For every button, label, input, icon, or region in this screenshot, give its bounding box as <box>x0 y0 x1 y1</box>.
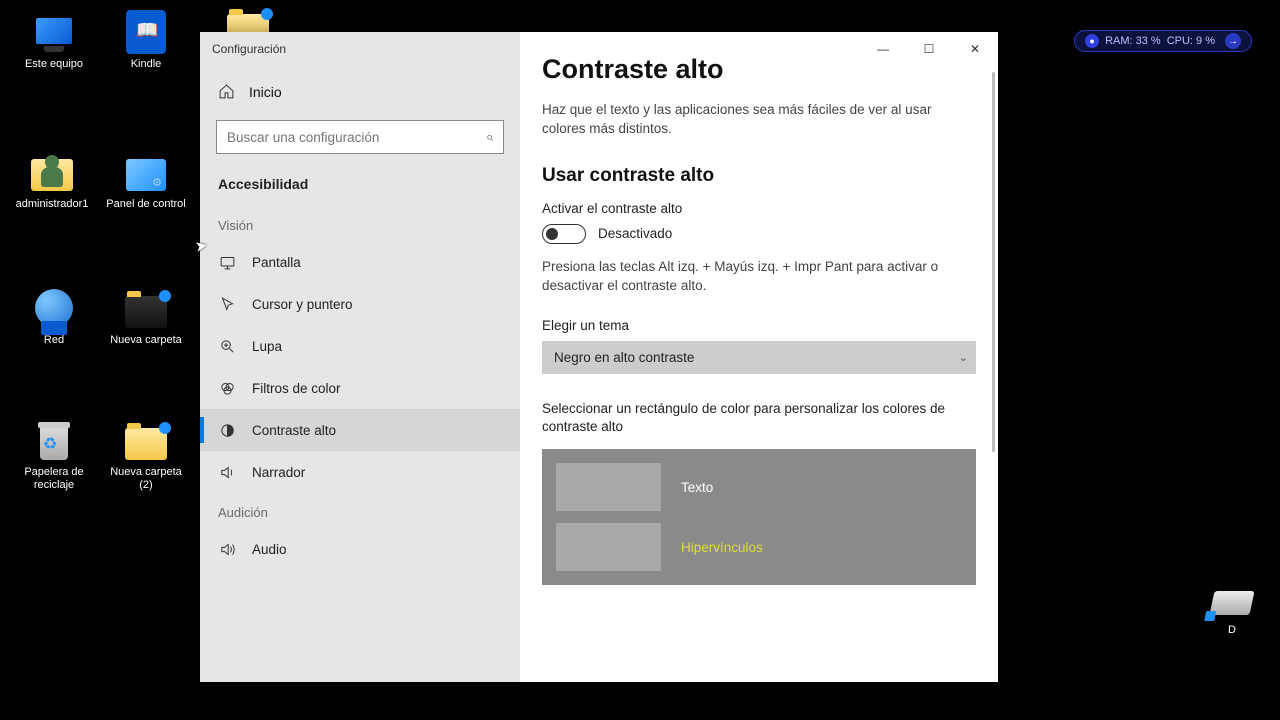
page-description: Haz que el texto y las aplicaciones sea … <box>542 101 972 139</box>
color-row-hipervinculos: Hipervínculos <box>556 523 962 571</box>
icon-label: Panel de control <box>104 198 188 211</box>
icon-label: Kindle <box>104 58 188 71</box>
contrast-icon <box>218 421 236 439</box>
nav-label: Pantalla <box>252 255 301 270</box>
nav-item-lupa[interactable]: Lupa <box>200 325 520 367</box>
desktop-icon-red[interactable]: Red <box>12 286 96 347</box>
maximize-button[interactable]: ☐ <box>906 32 952 65</box>
color-label: Hipervínculos <box>681 540 763 555</box>
group-label-vision: Visión <box>200 206 520 241</box>
desktop-icon-nueva-carpeta-2[interactable]: Nueva carpeta (2) <box>104 418 188 492</box>
color-swatch-hipervinculos[interactable] <box>556 523 661 571</box>
shortcut-hint: Presiona las teclas Alt izq. + Mayús izq… <box>542 258 972 296</box>
user-folder-icon <box>31 153 73 191</box>
network-icon <box>35 289 73 327</box>
nav-item-narrador[interactable]: Narrador <box>200 451 520 493</box>
taskbar[interactable] <box>0 690 1280 720</box>
window-controls: — ☐ ✕ <box>860 32 998 65</box>
kindle-icon <box>126 10 166 54</box>
desktop-icon-panel-control[interactable]: Panel de control <box>104 150 188 211</box>
toggle-title: Activar el contraste alto <box>542 201 976 216</box>
nav-item-contraste-alto[interactable]: Contraste alto <box>200 409 520 451</box>
theme-value: Negro en alto contraste <box>554 350 694 365</box>
display-icon <box>218 253 236 271</box>
mic-icon: ● <box>1085 34 1099 48</box>
desktop-icon-este-equipo[interactable]: Este equipo <box>12 10 96 71</box>
nav-label: Filtros de color <box>252 381 341 396</box>
icon-label: administrador1 <box>10 198 94 211</box>
folder-icon <box>125 296 167 328</box>
narrator-icon <box>218 463 236 481</box>
theme-dropdown[interactable]: Negro en alto contraste <box>542 341 976 374</box>
desktop-icon-administrador[interactable]: administrador1 <box>10 150 94 211</box>
section-header: Usar contraste alto <box>542 165 976 187</box>
group-label-audicion: Audición <box>200 493 520 528</box>
search-box[interactable]: ⌕ <box>216 120 504 154</box>
icon-label: Nueva carpeta <box>104 334 188 347</box>
ram-label: RAM: 33 % <box>1105 35 1161 47</box>
scrollbar[interactable] <box>992 72 995 452</box>
cpu-label: CPU: 9 % <box>1167 35 1215 47</box>
control-panel-icon <box>126 159 166 191</box>
desktop-icon-kindle[interactable]: Kindle <box>104 10 188 71</box>
icon-label: Red <box>12 334 96 347</box>
icon-label: Este equipo <box>12 58 96 71</box>
icon-label: Papelera de reciclaje <box>12 466 96 492</box>
nav-item-cursor[interactable]: Cursor y puntero <box>200 283 520 325</box>
home-icon <box>218 83 235 100</box>
color-label: Texto <box>681 480 713 495</box>
color-swatch-texto[interactable] <box>556 463 661 511</box>
disk-icon <box>1209 591 1254 615</box>
arrow-right-icon[interactable]: → <box>1225 33 1241 49</box>
toggle-row: Desactivado <box>542 224 976 244</box>
settings-window: Configuración Inicio ⌕ Accesibilidad Vis… <box>200 32 998 682</box>
desktop-icon-papelera[interactable]: ♻ Papelera de reciclaje <box>12 418 96 492</box>
search-icon: ⌕ <box>486 129 493 145</box>
nav-label: Audio <box>252 542 287 557</box>
desktop: Este equipo Kindle administrador1 Panel … <box>0 0 1280 720</box>
nav-item-filtros[interactable]: Filtros de color <box>200 367 520 409</box>
color-filter-icon <box>218 379 236 397</box>
cursor-icon <box>218 295 236 313</box>
icon-label: D <box>1190 624 1274 637</box>
desktop-icon-drive-d[interactable]: D <box>1190 576 1274 637</box>
high-contrast-toggle[interactable] <box>542 224 586 244</box>
home-label: Inicio <box>249 84 282 100</box>
color-panel: Texto Hipervínculos <box>542 449 976 585</box>
nav-label: Cursor y puntero <box>252 297 353 312</box>
audio-icon <box>218 540 236 558</box>
settings-content: — ☐ ✕ Contraste alto Haz que el texto y … <box>520 32 998 682</box>
sidebar-home[interactable]: Inicio <box>200 65 520 114</box>
toggle-state-label: Desactivado <box>598 226 672 241</box>
nav-item-pantalla[interactable]: Pantalla <box>200 241 520 283</box>
nav-label: Lupa <box>252 339 282 354</box>
nav-label: Narrador <box>252 465 305 480</box>
resource-monitor-widget[interactable]: ● RAM: 33 % CPU: 9 % → <box>1074 30 1252 52</box>
minimize-button[interactable]: — <box>860 32 906 65</box>
search-input[interactable] <box>227 130 486 145</box>
nav-item-audio[interactable]: Audio <box>200 528 520 570</box>
custom-colors-label: Seleccionar un rectángulo de color para … <box>542 400 972 438</box>
nav-label: Contraste alto <box>252 423 336 438</box>
color-row-texto: Texto <box>556 463 962 511</box>
settings-sidebar: Configuración Inicio ⌕ Accesibilidad Vis… <box>200 32 520 682</box>
window-title: Configuración <box>200 32 520 65</box>
theme-label: Elegir un tema <box>542 318 976 333</box>
category-header: Accesibilidad <box>200 168 520 206</box>
recycle-bin-icon: ♻ <box>36 420 72 460</box>
close-button[interactable]: ✕ <box>952 32 998 65</box>
magnifier-icon <box>218 337 236 355</box>
icon-label: Nueva carpeta (2) <box>104 466 188 492</box>
computer-icon <box>36 18 72 44</box>
desktop-icon-nueva-carpeta[interactable]: Nueva carpeta <box>104 286 188 347</box>
folder-icon <box>125 428 167 460</box>
